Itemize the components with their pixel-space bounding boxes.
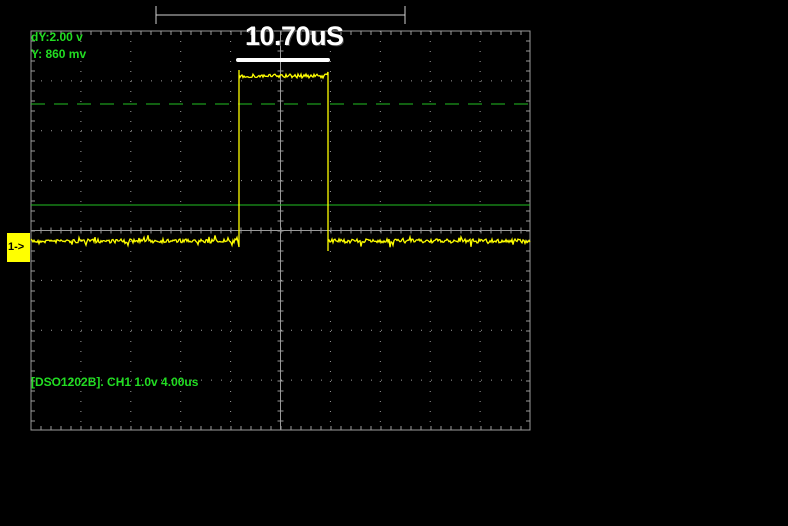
measurement-value: 10.70uS (245, 21, 344, 51)
y-readout: Y: 860 mv (31, 47, 87, 61)
screen-background (0, 0, 788, 526)
status-line: [DSO1202B]. CH1 1.0v 4.00us (31, 375, 199, 389)
dy-readout: dY:2.00 v (31, 30, 83, 44)
scope-display (0, 0, 788, 526)
channel-1-marker-icon[interactable]: 1-> (7, 233, 30, 262)
